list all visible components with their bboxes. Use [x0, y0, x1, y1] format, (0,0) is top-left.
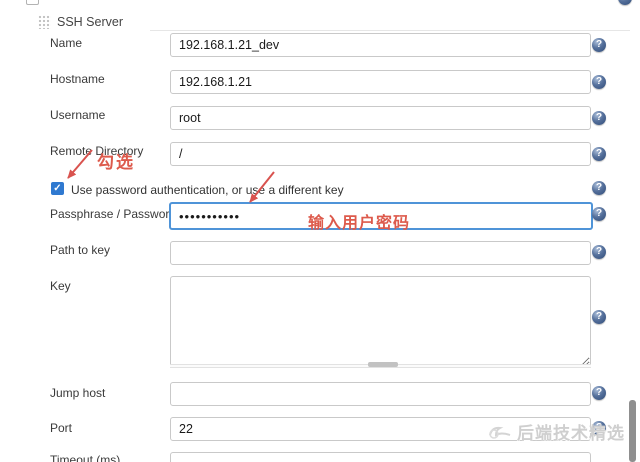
- help-icon[interactable]: ?: [592, 38, 606, 52]
- watermark-logo-icon: [489, 426, 511, 439]
- passphrase-label: Passphrase / Password: [50, 207, 177, 221]
- remote-directory-input[interactable]: [170, 142, 591, 166]
- textarea-resize-grip[interactable]: [368, 362, 398, 367]
- name-label: Name: [50, 36, 83, 50]
- name-input[interactable]: [170, 33, 591, 57]
- check-note-annotation: 勾选: [97, 153, 135, 172]
- key-label: Key: [50, 279, 71, 293]
- ssh-server-config-panel: ? SSH Server Name ? Hostname ? Username …: [0, 0, 640, 462]
- section-title: SSH Server: [57, 15, 123, 29]
- help-icon[interactable]: ?: [592, 147, 606, 161]
- drag-handle-icon[interactable]: [38, 15, 51, 29]
- username-label: Username: [50, 108, 106, 122]
- help-icon[interactable]: ?: [592, 111, 606, 125]
- use-password-auth-label: Use password authentication, or use a di…: [71, 183, 344, 197]
- use-password-auth-checkbox[interactable]: ✓: [51, 182, 64, 195]
- timeout-label: Timeout (ms): [50, 453, 121, 462]
- help-icon[interactable]: ?: [618, 0, 632, 5]
- vertical-scrollbar-thumb[interactable]: [629, 400, 636, 462]
- key-textarea[interactable]: [170, 276, 591, 367]
- help-icon[interactable]: ?: [592, 75, 606, 89]
- jump-host-input[interactable]: [170, 382, 591, 406]
- hostname-input[interactable]: [170, 70, 591, 94]
- path-to-key-label: Path to key: [50, 243, 111, 257]
- port-label: Port: [50, 421, 73, 435]
- cut-off-checkbox[interactable]: [26, 0, 39, 5]
- help-icon[interactable]: ?: [592, 207, 606, 221]
- password-note-annotation: 输入用户密码: [308, 215, 411, 232]
- help-icon[interactable]: ?: [592, 310, 606, 324]
- jump-host-label: Jump host: [50, 386, 106, 400]
- watermark: 后端技术精选: [487, 419, 625, 444]
- hostname-label: Hostname: [50, 72, 105, 86]
- separator: [150, 30, 630, 31]
- watermark-text: 后端技术精选: [517, 424, 625, 443]
- help-icon[interactable]: ?: [592, 386, 606, 400]
- path-to-key-input[interactable]: [170, 241, 591, 265]
- timeout-input[interactable]: [170, 452, 591, 462]
- username-input[interactable]: [170, 106, 591, 130]
- help-icon[interactable]: ?: [592, 245, 606, 259]
- help-icon[interactable]: ?: [592, 181, 606, 195]
